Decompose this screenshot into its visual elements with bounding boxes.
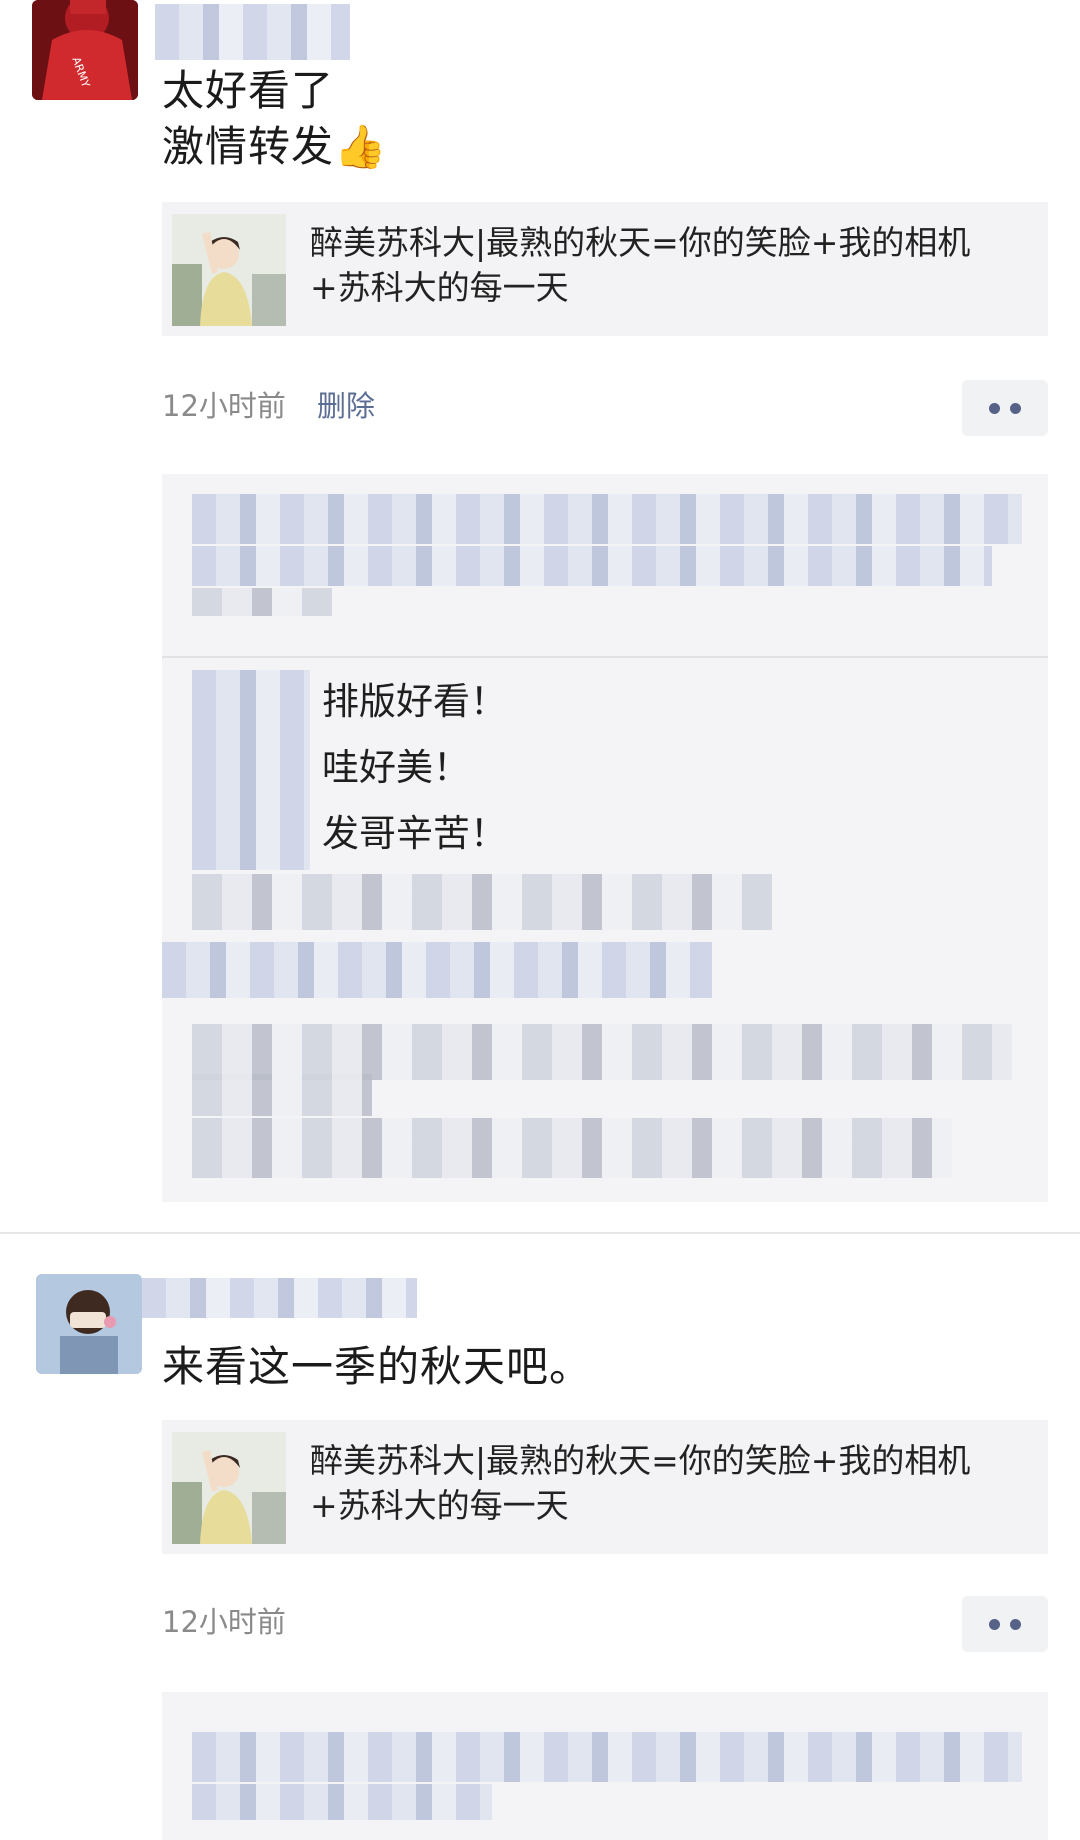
user-avatar[interactable]: [36, 1274, 142, 1374]
post-meta: 12小时前 删除: [162, 376, 375, 436]
comment-blurred[interactable]: [192, 874, 772, 930]
username-blurred[interactable]: [142, 1278, 417, 1318]
comments-panel: [162, 1692, 1048, 1840]
post-text-line-1: 来看这一季的秋天吧。: [162, 1342, 593, 1391]
user-avatar[interactable]: ARMY: [32, 0, 138, 100]
delete-button[interactable]: 删除: [317, 376, 375, 436]
likes-blurred-2[interactable]: [192, 1784, 492, 1820]
comment-blurred[interactable]: [192, 1118, 952, 1178]
post-text-line-2: 激情转发👍: [162, 122, 388, 171]
comment-text[interactable]: 哇好美！: [322, 740, 470, 796]
moment-post: 来看这一季的秋天吧。 醉美苏科大|最熟的秋天=你的笑脸+我的相机+苏科大的每一天…: [0, 1236, 1080, 1840]
more-dots-icon[interactable]: [962, 380, 1048, 436]
comment-blurred[interactable]: [192, 1024, 1012, 1080]
post-time: 12小时前: [162, 1605, 286, 1639]
link-title: 醉美苏科大|最熟的秋天=你的笑脸+我的相机+苏科大的每一天: [310, 1441, 971, 1525]
likes-blurred[interactable]: [192, 494, 1022, 544]
likes-blurred[interactable]: [192, 1732, 1022, 1782]
moment-post: ARMY 太好看了 激情转发👍 醉美苏科大|最熟的秋天=你的笑脸+我的相机+苏科…: [0, 0, 1080, 1234]
comments-panel: 排版好看！ 哇好美！ 发哥辛苦！: [162, 474, 1048, 1202]
link-thumbnail: [172, 1432, 286, 1544]
link-title: 醉美苏科大|最熟的秋天=你的笑脸+我的相机+苏科大的每一天: [310, 223, 971, 307]
link-thumbnail: [172, 214, 286, 326]
likes-blurred-3[interactable]: [192, 588, 332, 616]
post-meta: 12小时前: [162, 1592, 286, 1652]
comment-blurred[interactable]: [162, 942, 712, 998]
post-time: 12小时前: [162, 389, 286, 423]
more-dots-icon[interactable]: [962, 1596, 1048, 1652]
username-blurred[interactable]: [155, 4, 350, 60]
shared-link-card[interactable]: 醉美苏科大|最熟的秋天=你的笑脸+我的相机+苏科大的每一天: [162, 202, 1048, 336]
divider: [162, 656, 1048, 658]
comment-blurred[interactable]: [192, 1074, 372, 1116]
commenter-name-blurred[interactable]: [192, 670, 310, 870]
comment-text[interactable]: 排版好看！: [322, 674, 507, 730]
comment-text[interactable]: 发哥辛苦！: [322, 806, 507, 862]
shared-link-card[interactable]: 醉美苏科大|最熟的秋天=你的笑脸+我的相机+苏科大的每一天: [162, 1420, 1048, 1554]
likes-blurred-2[interactable]: [192, 546, 992, 586]
